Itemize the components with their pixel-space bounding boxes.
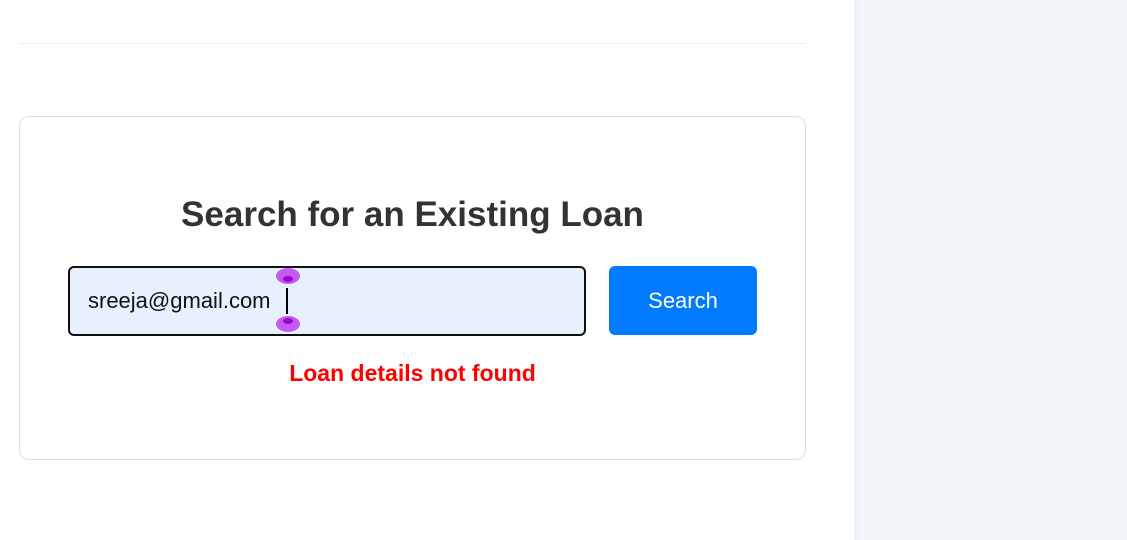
loan-search-input[interactable] — [68, 266, 586, 336]
selection-handle-bottom[interactable] — [276, 316, 300, 332]
right-sidebar — [854, 0, 1127, 540]
search-button[interactable]: Search — [609, 266, 757, 335]
error-message: Loan details not found — [289, 360, 536, 386]
selection-handle-top[interactable] — [276, 268, 300, 284]
loan-search-card: Search for an Existing Loan Search Loan … — [19, 116, 806, 460]
card-title: Search for an Existing Loan — [181, 195, 644, 234]
text-caret — [286, 288, 288, 314]
header-divider — [19, 43, 806, 44]
main-content: Search for an Existing Loan Search Loan … — [0, 0, 854, 540]
page: Search for an Existing Loan Search Loan … — [0, 0, 1127, 540]
